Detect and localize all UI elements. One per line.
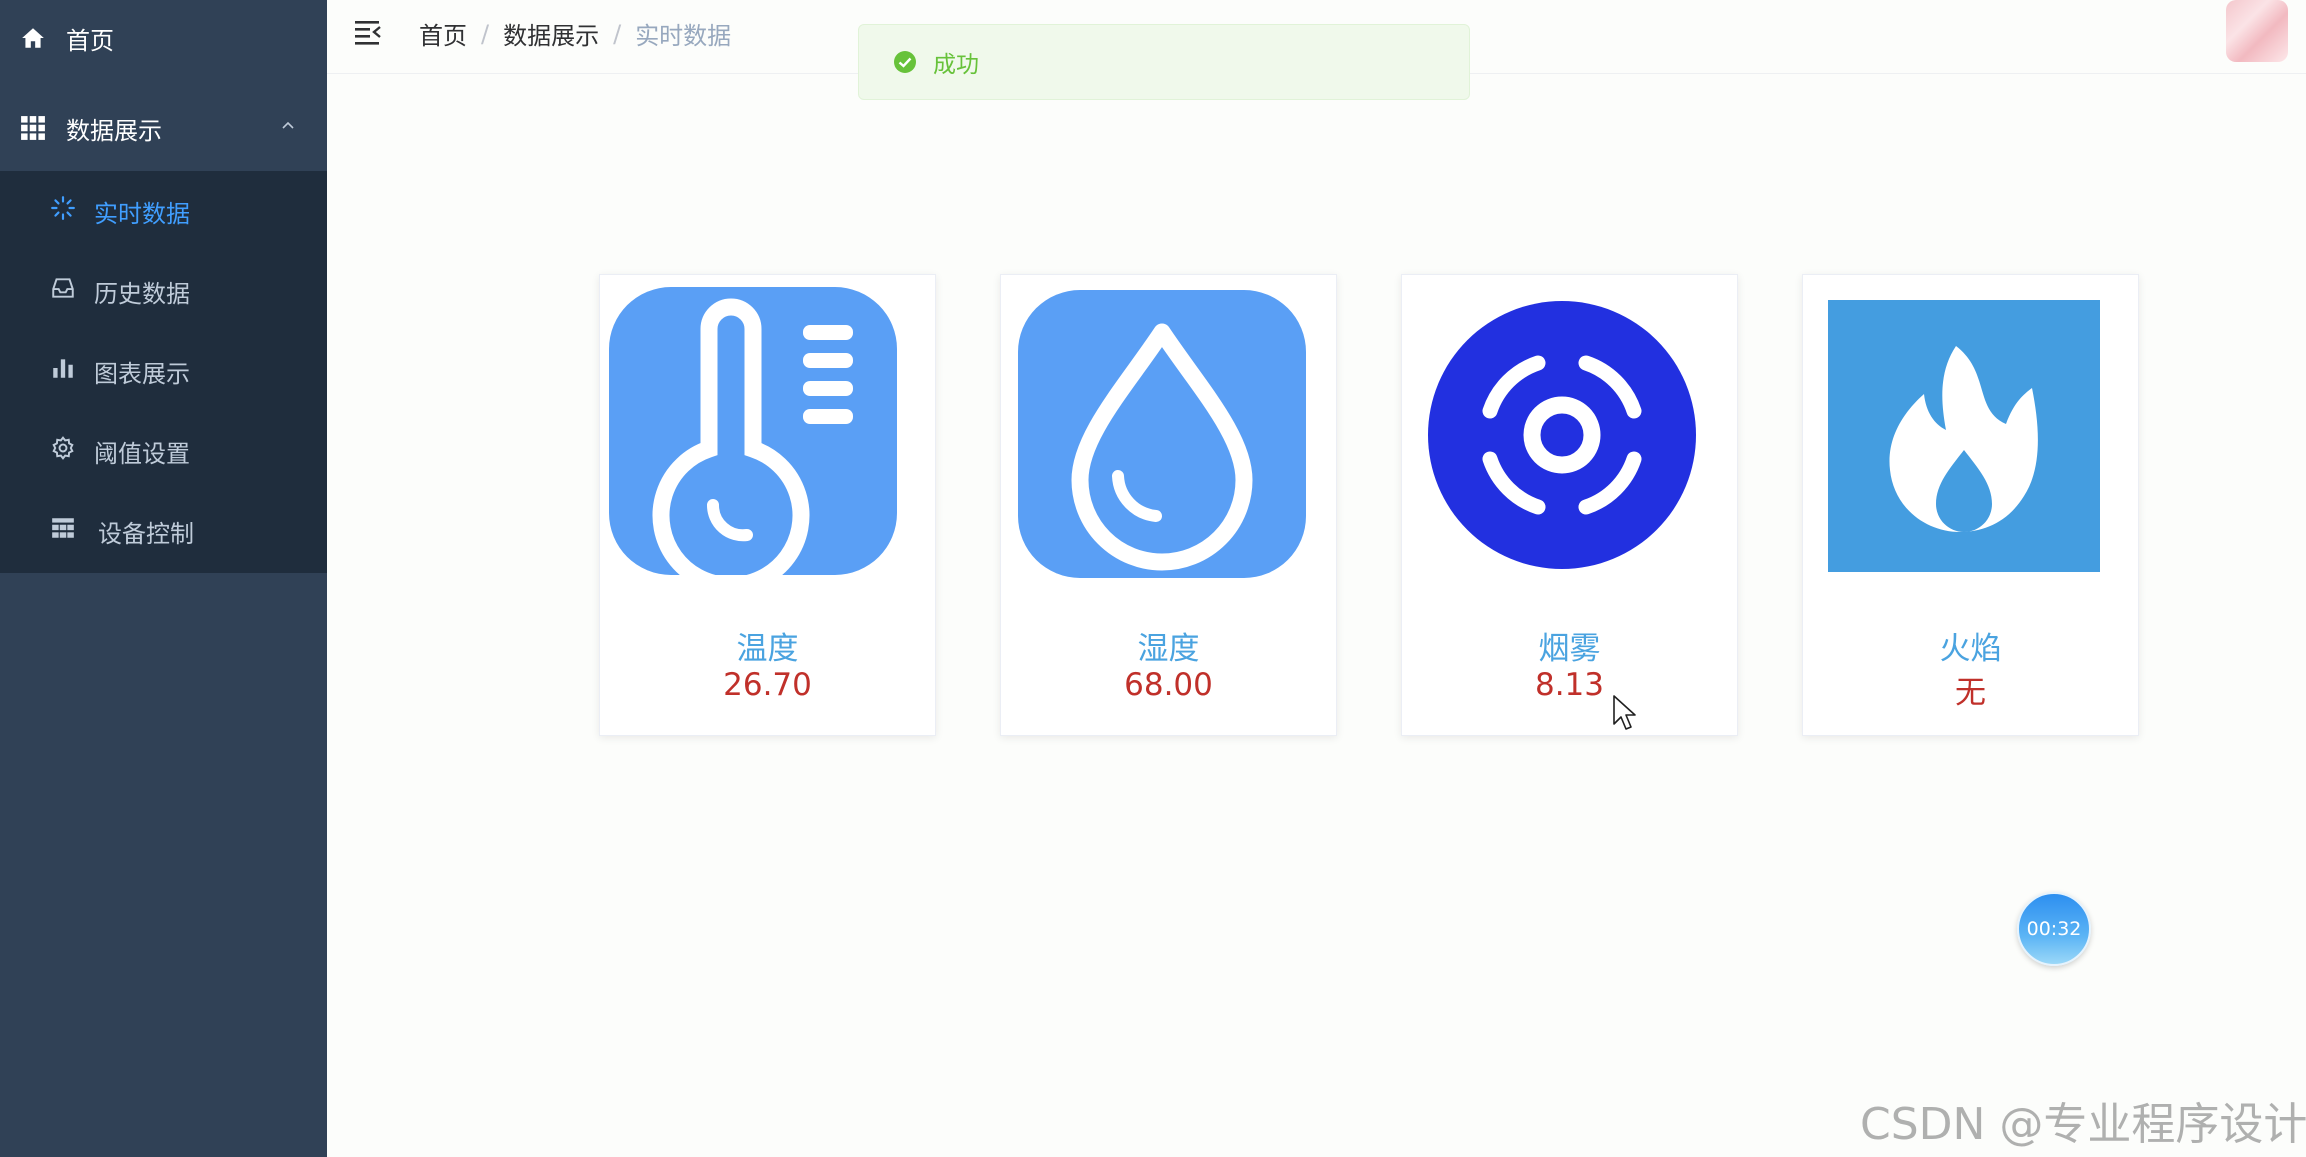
loading-icon: [50, 195, 76, 227]
toast-message: 成功: [933, 52, 979, 78]
inbox-icon: [50, 275, 76, 307]
thermometer-icon: [609, 287, 897, 575]
water-drop-icon: [1018, 290, 1306, 578]
card-title: 湿度: [1137, 631, 1200, 667]
sidebar-item-threshold-settings[interactable]: 阈值设置: [0, 411, 327, 491]
bar-chart-icon: [50, 355, 76, 387]
sidebar-item-chart-display[interactable]: 图表展示: [0, 331, 327, 411]
sidebar-item-label: 实时数据: [94, 199, 190, 228]
breadcrumb-separator: /: [613, 19, 622, 48]
flame-icon: [1828, 300, 2100, 572]
card-value: 8.13: [1534, 667, 1605, 703]
sidebar-item-label: 首页: [66, 26, 114, 55]
card-title: 火焰: [1939, 631, 2002, 667]
sidebar-item-label: 历史数据: [94, 279, 190, 308]
sidebar: 首页 数据展示 实时数据 历史数据 图表展示 阈值设置 设备控制: [0, 0, 327, 1157]
watermark: CSDN @专业程序设计: [1860, 1099, 2306, 1150]
card-title: 温度: [736, 631, 799, 667]
sensor-card-humidity: 湿度 68.00: [1000, 274, 1337, 736]
mouse-cursor-icon: [1613, 695, 1636, 730]
gear-icon: [50, 435, 76, 467]
avatar[interactable]: [2226, 0, 2288, 62]
sidebar-group-data-display[interactable]: 数据展示: [0, 90, 327, 166]
sidebar-item-label: 图表展示: [94, 359, 190, 388]
sensor-card-flame: 火焰 无: [1802, 274, 2139, 736]
home-icon: [18, 23, 48, 53]
success-toast: 成功: [858, 24, 1470, 100]
sidebar-group-label: 数据展示: [66, 116, 162, 145]
sidebar-item-label: 设备控制: [98, 519, 194, 548]
breadcrumb-item-home[interactable]: 首页: [419, 16, 467, 51]
card-title: 烟雾: [1538, 631, 1601, 667]
grid-icon: [18, 113, 48, 143]
card-value: 68.00: [1124, 667, 1213, 703]
sidebar-item-device-control[interactable]: 设备控制: [0, 491, 327, 571]
chevron-up-icon: [282, 121, 294, 129]
breadcrumb-item-current: 实时数据: [635, 22, 732, 50]
breadcrumb: 首页 / 数据展示 / 实时数据: [419, 16, 731, 51]
hamburger-menu-icon[interactable]: [353, 18, 383, 46]
card-value: 无: [1955, 675, 1986, 711]
breadcrumb-separator: /: [481, 19, 490, 48]
sidebar-item-home[interactable]: 首页: [0, 0, 327, 76]
sensor-card-temperature: 温度 26.70: [599, 274, 936, 736]
check-circle-icon: [894, 51, 916, 73]
sidebar-item-label: 阈值设置: [94, 439, 190, 468]
table-icon: [50, 515, 76, 547]
smoke-detector-icon: [1428, 301, 1696, 569]
sensor-card-smoke: 烟雾 8.13: [1401, 274, 1738, 736]
timer-bubble[interactable]: 00:32: [2017, 892, 2091, 966]
timer-text: 00:32: [2026, 918, 2082, 940]
submenu: 实时数据 历史数据 图表展示 阈值设置 设备控制: [0, 171, 327, 573]
card-value: 26.70: [723, 667, 812, 703]
sidebar-item-history-data[interactable]: 历史数据: [0, 251, 327, 331]
sidebar-item-realtime-data[interactable]: 实时数据: [0, 171, 327, 251]
breadcrumb-item-data-display[interactable]: 数据展示: [503, 16, 599, 51]
